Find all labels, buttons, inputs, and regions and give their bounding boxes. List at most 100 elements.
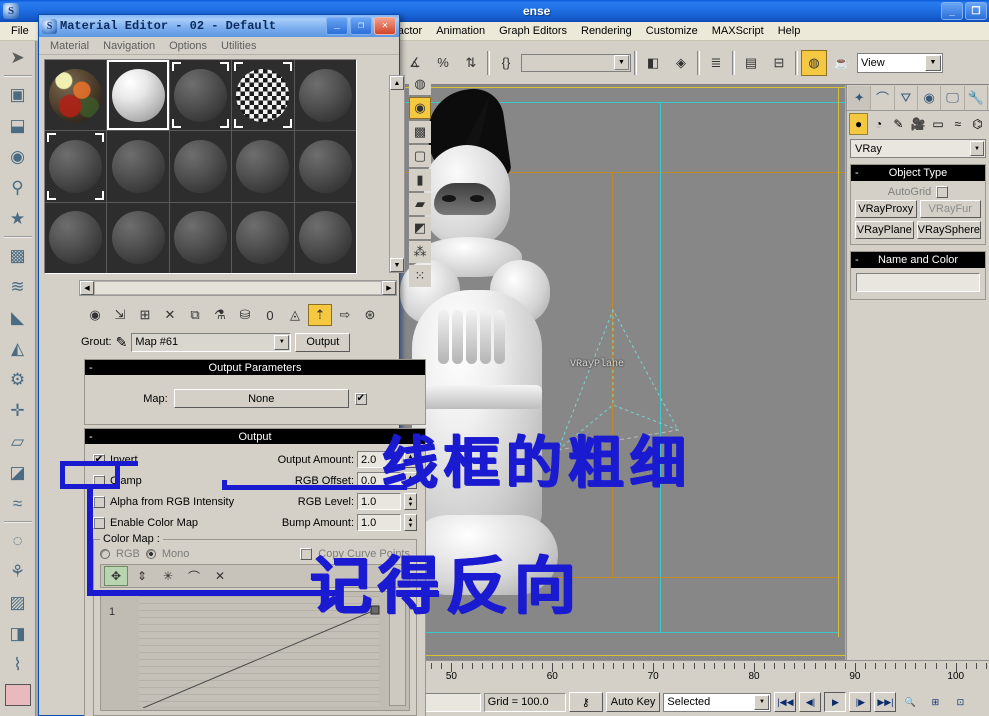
zoom-extents-icon[interactable]: ⊡ (949, 692, 971, 712)
torus-knot-icon[interactable]: ◌ (2, 525, 34, 556)
modify-tab[interactable]: ⌒ (871, 86, 894, 110)
hierarchy-tab[interactable]: ⛛ (895, 86, 918, 110)
me-menu-utilities[interactable]: Utilities (214, 40, 263, 52)
scroll-down-button[interactable]: ▼ (390, 258, 404, 272)
helpers-icon[interactable]: ▭ (929, 113, 948, 135)
menu-item-customize[interactable]: Customize (639, 24, 705, 38)
menu-item-maxscript[interactable]: MAXScript (705, 24, 771, 38)
eraser-icon[interactable]: ◣ (2, 302, 34, 333)
put-to-scene-icon[interactable]: ⇲ (108, 304, 132, 326)
named-selection-sets-icon[interactable]: {} (493, 50, 519, 76)
schematic-view-icon[interactable]: ⊟ (766, 50, 792, 76)
material-slot[interactable] (45, 131, 106, 201)
key-mode-toggle[interactable]: ⚷ (569, 692, 603, 712)
lights-icon[interactable]: ⚲ (2, 172, 34, 203)
spinner-snap-icon[interactable]: ⇅ (458, 50, 484, 76)
make-unique-icon[interactable]: ⧉ (183, 304, 207, 326)
go-forward-to-sibling-icon[interactable]: ⇨ (333, 304, 357, 326)
material-slot[interactable] (232, 60, 293, 130)
make-preview-icon[interactable]: ▰ (409, 193, 431, 215)
output-map-button[interactable]: None (174, 389, 349, 408)
main-minimize-button[interactable]: _ (941, 2, 963, 20)
menu-item-file[interactable]: File (4, 24, 36, 38)
percent-snap-icon[interactable]: % (430, 50, 456, 76)
next-frame-icon[interactable]: |▶ (849, 692, 871, 712)
motion-tab[interactable]: ◉ (918, 86, 941, 110)
render-setup-icon[interactable]: ☕ (829, 50, 855, 76)
star-icon[interactable]: ★ (2, 203, 34, 234)
enable-color-map-checkbox[interactable] (93, 517, 105, 529)
options-icon[interactable]: ◩ (409, 217, 431, 239)
object-type-header[interactable]: - Object Type (851, 165, 985, 181)
scale-point-icon[interactable]: ⇕ (130, 566, 154, 586)
plane-icon[interactable]: ▱ (2, 426, 34, 457)
map-name-dropdown[interactable]: Map #61 ▼ (131, 333, 291, 352)
material-id-channel-icon[interactable]: ⁙ (409, 265, 431, 287)
lights-icon[interactable]: ✎ (889, 113, 908, 135)
material-slot[interactable] (107, 60, 168, 130)
sample-type-icon[interactable]: ◍ (409, 73, 431, 95)
geometry-boxes-icon[interactable]: ▣ (2, 79, 34, 110)
material-editor-close-button[interactable]: ✕ (374, 17, 396, 35)
color-map-rgb-radio[interactable] (100, 549, 110, 559)
scroll-left-button[interactable]: ◀ (80, 281, 94, 295)
align-icon[interactable]: ◈ (668, 50, 694, 76)
add-point-icon[interactable]: ✳ (156, 566, 180, 586)
menu-item-help[interactable]: Help (771, 24, 808, 38)
vraysphere-button[interactable]: VRaySphere (917, 221, 981, 239)
viewport-view-dropdown[interactable]: View ▼ (857, 53, 943, 73)
shapes-icon[interactable]: ⬓ (2, 110, 34, 141)
material-editor-icon[interactable]: ◍ (801, 50, 827, 76)
play-icon[interactable]: ▶ (824, 692, 846, 712)
space-warps-icon[interactable]: ≈ (948, 113, 967, 135)
utilities-tab[interactable]: 🔧 (965, 86, 988, 110)
cameras-icon[interactable]: 🎥 (909, 113, 928, 135)
bump-amount-spinner[interactable]: ▲▼ (404, 514, 417, 531)
scroll-up-button[interactable]: ▲ (390, 76, 404, 90)
mirror-icon[interactable]: ◧ (640, 50, 666, 76)
curve-editor-icon[interactable]: ▤ (738, 50, 764, 76)
me-menu-navigation[interactable]: Navigation (96, 40, 162, 52)
previous-frame-icon[interactable]: ◀| (799, 692, 821, 712)
material-slot[interactable] (295, 203, 356, 273)
geometry-icon[interactable]: ● (849, 113, 868, 135)
map-type-button[interactable]: Output (295, 333, 350, 352)
select-by-material-icon[interactable]: ⁂ (409, 241, 431, 263)
video-color-check-icon[interactable]: ▮ (409, 169, 431, 191)
material-slot[interactable] (170, 131, 231, 201)
name-and-color-header[interactable]: - Name and Color (851, 252, 985, 268)
material-slot[interactable] (232, 203, 293, 273)
output-header[interactable]: - Output (85, 429, 425, 444)
material-slot[interactable] (45, 203, 106, 273)
systems-icon[interactable]: ⌬ (968, 113, 987, 135)
zoom-all-icon[interactable]: ⊞ (924, 692, 946, 712)
slots-vertical-scrollbar[interactable]: ▲ ▼ (389, 75, 405, 273)
bezier-corner-icon[interactable]: ⌒ (182, 566, 206, 586)
material-slot[interactable] (107, 131, 168, 201)
backlight-icon[interactable]: ◉ (409, 97, 431, 119)
auto-key-button[interactable]: Auto Key (606, 692, 661, 712)
output-map-enable-checkbox[interactable]: ✔ (355, 393, 367, 405)
scroll-right-button[interactable]: ▶ (382, 281, 396, 295)
move-icon[interactable]: ✥ (104, 566, 128, 586)
fluid-icon[interactable]: ⌇ (2, 649, 34, 680)
windmill-icon[interactable]: ✛ (2, 395, 34, 426)
delete-point-icon[interactable]: ✕ (208, 566, 232, 586)
assign-to-selection-icon[interactable]: ⊞ (133, 304, 157, 326)
create-tab[interactable]: ✦ (848, 86, 871, 110)
timeline-ruler[interactable]: 5060708090100 (398, 660, 989, 688)
cone-icon[interactable]: ◭ (2, 333, 34, 364)
material-slot[interactable] (45, 60, 106, 130)
cloth-icon[interactable]: ▨ (2, 587, 34, 618)
vrayfur-button[interactable]: VRayFur (920, 200, 982, 218)
material-sample-slots[interactable] (44, 59, 357, 274)
materials-icon[interactable]: ▩ (2, 240, 34, 271)
shapes-icon[interactable]: ◔ (869, 113, 888, 135)
sphere-icon[interactable]: ◉ (2, 141, 34, 172)
alpha-from-rgb-intensity-checkbox[interactable] (93, 496, 105, 508)
waves-icon[interactable]: ≈ (2, 488, 34, 519)
material-editor-minimize-button[interactable]: _ (326, 17, 348, 35)
material-slot[interactable] (170, 203, 231, 273)
helix-icon[interactable]: ≋ (2, 271, 34, 302)
reset-map-icon[interactable]: ✕ (158, 304, 182, 326)
